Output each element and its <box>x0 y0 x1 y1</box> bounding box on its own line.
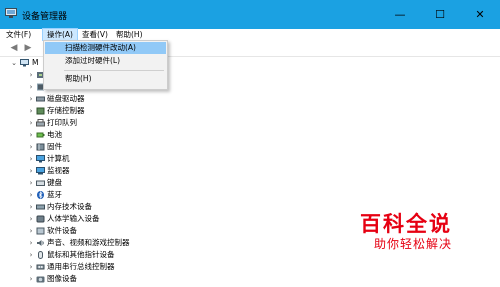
computer-icon <box>36 155 45 163</box>
mouse-icon <box>36 251 45 259</box>
expand-chevron-icon[interactable]: › <box>27 249 35 261</box>
watermark-title: 百科全说 <box>360 212 452 236</box>
menu-separator <box>64 70 164 71</box>
software-device-icon <box>36 227 45 235</box>
menu-item-label: 帮助(H) <box>65 74 92 83</box>
category-label: 计算机 <box>47 154 70 163</box>
collapse-chevron-icon[interactable]: ⌄ <box>10 57 18 69</box>
category-label: 声音、视频和游戏控制器 <box>47 238 130 247</box>
expand-chevron-icon[interactable]: › <box>27 165 35 177</box>
category-label: 存储控制器 <box>47 106 85 115</box>
category-label: 键盘 <box>47 178 62 187</box>
hid-icon <box>36 215 45 223</box>
expand-chevron-icon[interactable]: › <box>27 225 35 237</box>
disk-drive-icon <box>36 95 45 103</box>
maximize-button[interactable]: ☐ <box>420 0 460 29</box>
category-label: 人体学输入设备 <box>47 214 100 223</box>
menu-file[interactable]: 文件(F) <box>2 29 35 41</box>
menu-item-help[interactable]: 帮助(H) <box>45 73 166 85</box>
category-label: 磁盘驱动器 <box>47 94 85 103</box>
menu-item-label: 添加过时硬件(L) <box>65 56 121 65</box>
menu-item-label: 扫描检测硬件改动(A) <box>65 43 136 52</box>
expand-chevron-icon[interactable]: › <box>27 81 35 93</box>
computer-root-icon <box>20 59 29 67</box>
imaging-device-icon <box>36 275 45 283</box>
expand-chevron-icon[interactable]: › <box>27 69 35 81</box>
expand-chevron-icon[interactable]: › <box>27 105 35 117</box>
category-label: 软件设备 <box>47 226 77 235</box>
menu-item-add-legacy-hardware[interactable]: 添加过时硬件(L) <box>45 55 166 67</box>
expand-chevron-icon[interactable]: › <box>27 213 35 225</box>
expand-chevron-icon[interactable]: › <box>27 273 35 285</box>
category-label: 通用串行总线控制器 <box>47 262 115 271</box>
category-label: 内存技术设备 <box>47 202 92 211</box>
category-label: 固件 <box>47 142 62 151</box>
memory-device-icon <box>36 203 45 211</box>
monitor-icon <box>36 167 45 175</box>
minimize-button[interactable]: — <box>380 0 420 29</box>
expand-chevron-icon[interactable]: › <box>27 153 35 165</box>
root-label: M <box>32 58 39 67</box>
menu-item-scan-hardware[interactable]: 扫描检测硬件改动(A) <box>45 42 166 54</box>
category-label: 监视器 <box>47 166 70 175</box>
category-label: 图像设备 <box>47 274 77 283</box>
expand-chevron-icon[interactable]: › <box>27 261 35 273</box>
device-manager-icon <box>5 8 17 19</box>
storage-controller-icon <box>36 107 45 115</box>
watermark: 百科全说 助你轻松解决 <box>360 212 480 252</box>
expand-chevron-icon[interactable]: › <box>27 201 35 213</box>
expand-chevron-icon[interactable]: › <box>27 93 35 105</box>
window-title: 设备管理器 <box>22 12 68 22</box>
usb-icon <box>36 263 45 271</box>
sound-icon <box>36 239 45 247</box>
expand-chevron-icon[interactable]: › <box>27 141 35 153</box>
category-label: 蓝牙 <box>47 190 62 199</box>
category-label: 鼠标和其他指针设备 <box>47 250 115 259</box>
expand-chevron-icon[interactable]: › <box>27 129 35 141</box>
watermark-subtitle: 助你轻松解决 <box>374 237 453 251</box>
firmware-icon <box>36 143 45 151</box>
expand-chevron-icon[interactable]: › <box>27 117 35 129</box>
expand-chevron-icon[interactable]: › <box>27 237 35 249</box>
print-queue-icon <box>36 119 45 127</box>
back-arrow-icon[interactable]: ◀ <box>8 43 20 54</box>
forward-arrow-icon[interactable]: ▶ <box>22 43 34 54</box>
bluetooth-icon <box>36 191 45 199</box>
action-dropdown-menu: 扫描检测硬件改动(A) 添加过时硬件(L) 帮助(H) <box>43 40 168 90</box>
category-label: 打印队列 <box>47 118 77 127</box>
title-bar: 设备管理器 — ☐ ✕ <box>0 0 500 29</box>
expand-chevron-icon[interactable]: › <box>27 189 35 201</box>
expand-chevron-icon[interactable]: › <box>27 177 35 189</box>
close-button[interactable]: ✕ <box>460 0 500 29</box>
battery-icon <box>36 131 45 139</box>
keyboard-icon <box>36 179 45 187</box>
category-label: 电池 <box>47 130 62 139</box>
